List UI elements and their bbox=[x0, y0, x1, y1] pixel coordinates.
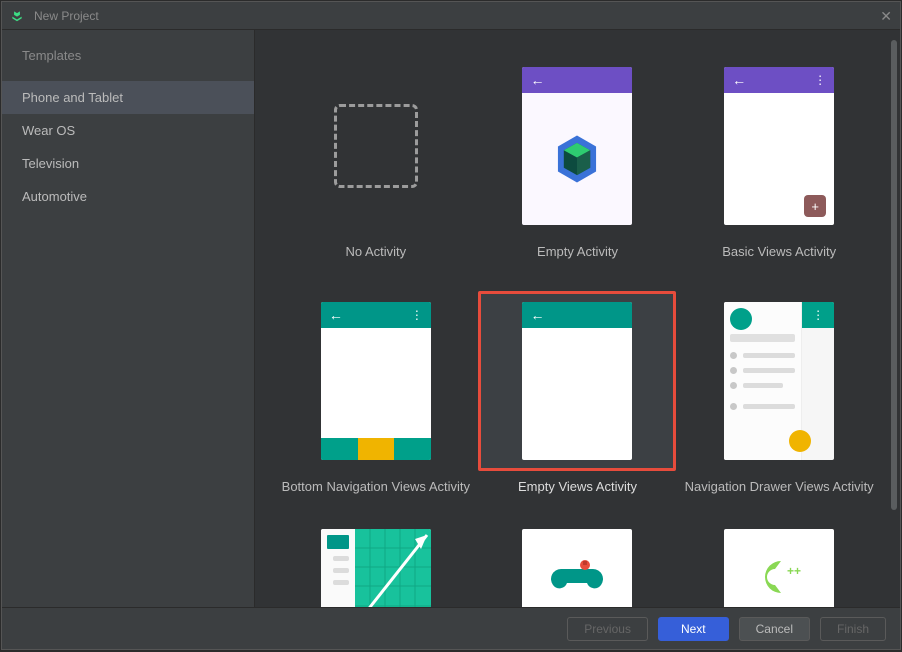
template-primary-detail[interactable] bbox=[275, 520, 477, 607]
vertical-scrollbar[interactable] bbox=[891, 40, 897, 510]
footer: Previous Next Cancel Finish bbox=[2, 607, 900, 649]
back-arrow-icon: ← bbox=[732, 72, 746, 88]
sidebar-item-label: Phone and Tablet bbox=[22, 90, 123, 105]
phone-thumb: ← ⋮ + bbox=[724, 67, 834, 225]
overflow-menu-icon: ⋮ bbox=[411, 308, 423, 322]
template-empty-activity[interactable]: ← Empty Act bbox=[477, 50, 679, 265]
template-basic-views[interactable]: ← ⋮ + Basic Views Activity bbox=[678, 50, 880, 265]
template-label: No Activity bbox=[345, 244, 406, 259]
fab-icon bbox=[789, 430, 811, 452]
cpp-icon: ++ bbox=[749, 553, 809, 601]
template-nav-drawer[interactable]: ⋮ bbox=[678, 285, 880, 500]
sidebar-item-label: Automotive bbox=[22, 189, 87, 204]
sidebar-item-automotive[interactable]: Automotive bbox=[2, 180, 254, 213]
back-arrow-icon: ← bbox=[530, 72, 544, 88]
phone-thumb: ⋮ bbox=[724, 302, 834, 460]
phone-thumb: ← bbox=[522, 67, 632, 225]
phone-thumb bbox=[321, 529, 431, 607]
phone-thumb bbox=[522, 529, 632, 607]
back-arrow-icon: ← bbox=[329, 307, 343, 323]
template-empty-views[interactable]: ← Empty Views Activity bbox=[477, 285, 679, 500]
svg-text:++: ++ bbox=[787, 564, 801, 578]
drawer-side bbox=[724, 302, 802, 460]
sidebar-item-label: Television bbox=[22, 156, 79, 171]
templates-sidebar: Templates Phone and Tablet Wear OS Telev… bbox=[2, 30, 255, 607]
template-label: Empty Activity bbox=[537, 244, 618, 259]
next-button[interactable]: Next bbox=[658, 617, 729, 641]
bottom-nav-bar bbox=[321, 438, 431, 460]
phone-thumb: ++ bbox=[724, 529, 834, 607]
sidebar-header: Templates bbox=[2, 48, 254, 81]
sidebar-item-television[interactable]: Television bbox=[2, 147, 254, 180]
no-activity-thumb bbox=[334, 104, 418, 188]
template-game[interactable] bbox=[477, 520, 679, 607]
finish-button: Finish bbox=[820, 617, 886, 641]
previous-button: Previous bbox=[567, 617, 648, 641]
overflow-menu-icon: ⋮ bbox=[814, 73, 826, 87]
template-bottom-nav[interactable]: ← ⋮ Bottom Navigation Views Activity bbox=[275, 285, 477, 500]
titlebar: New Project ✕ bbox=[2, 2, 900, 30]
sidebar-item-wear-os[interactable]: Wear OS bbox=[2, 114, 254, 147]
template-label: Bottom Navigation Views Activity bbox=[282, 479, 470, 494]
sidebar-item-label: Wear OS bbox=[22, 123, 75, 138]
close-icon[interactable]: ✕ bbox=[880, 8, 892, 25]
sidebar-item-phone-tablet[interactable]: Phone and Tablet bbox=[2, 81, 254, 114]
template-no-activity[interactable]: No Activity bbox=[275, 50, 477, 265]
template-label: Basic Views Activity bbox=[722, 244, 836, 259]
templates-content: No Activity ← bbox=[255, 30, 900, 607]
android-studio-logo-icon bbox=[10, 9, 24, 23]
phone-thumb: ← ⋮ bbox=[321, 302, 431, 460]
phone-thumb: ← bbox=[522, 302, 632, 460]
fab-plus-icon: + bbox=[804, 195, 826, 217]
cancel-button[interactable]: Cancel bbox=[739, 617, 810, 641]
game-controller-icon bbox=[551, 559, 603, 595]
template-native-cpp[interactable]: ++ bbox=[678, 520, 880, 607]
window-title: New Project bbox=[34, 9, 99, 23]
template-label: Navigation Drawer Views Activity bbox=[685, 479, 874, 494]
compose-logo-icon bbox=[555, 134, 599, 184]
back-arrow-icon: ← bbox=[530, 307, 544, 323]
chart-grid-icon bbox=[355, 529, 431, 607]
drawer-appbar: ⋮ bbox=[802, 302, 834, 328]
template-label: Empty Views Activity bbox=[518, 479, 637, 494]
overflow-menu-icon: ⋮ bbox=[812, 308, 824, 322]
